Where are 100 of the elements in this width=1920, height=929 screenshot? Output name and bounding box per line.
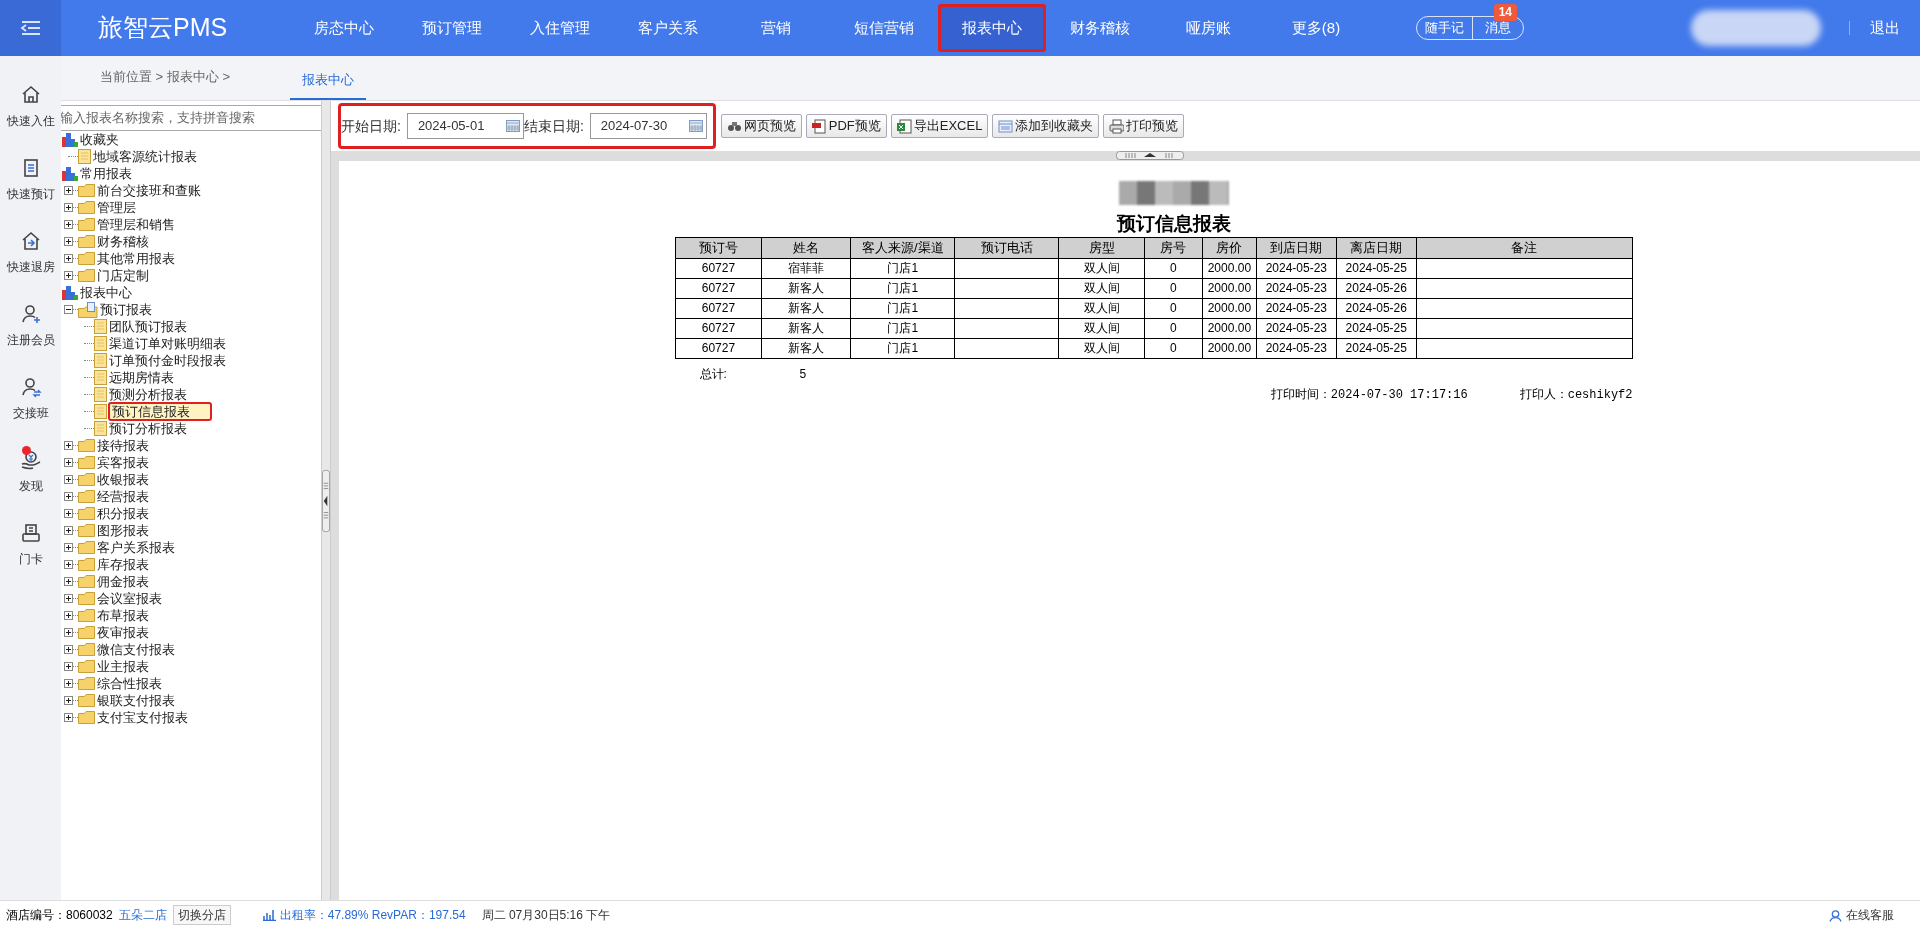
expand-toggle-icon[interactable] [64, 492, 73, 501]
report-page-icon [94, 336, 107, 351]
menu-icon [19, 20, 42, 36]
toolbar-button[interactable]: 导出EXCEL [890, 114, 989, 138]
report-page-icon [94, 353, 107, 368]
quick-action-button[interactable]: 门卡 [18, 522, 43, 568]
nav-tab[interactable]: 营销 [722, 0, 830, 56]
expand-toggle-icon[interactable] [64, 560, 73, 569]
person-swap-icon [19, 376, 42, 398]
expand-toggle-icon[interactable] [64, 237, 73, 246]
collapse-toggle-icon[interactable] [64, 305, 73, 314]
collapse-toolbar-handle-icon[interactable] [1115, 151, 1184, 160]
toolbar-button[interactable]: PDF预览 [805, 114, 887, 138]
pdf-document-icon [811, 118, 827, 134]
table-cell: 新客人 [788, 321, 825, 335]
expand-toggle-icon[interactable] [64, 713, 73, 722]
table-cell: 2024-05-23 [1265, 341, 1328, 355]
nav-tab[interactable]: 报表中心 [938, 4, 1046, 52]
table-cell: 新客人 [788, 281, 825, 295]
expand-toggle-icon[interactable] [64, 220, 73, 229]
quick-action-button[interactable]: 快速入住 [6, 84, 55, 130]
nav-tab[interactable]: 短信营销 [830, 0, 938, 56]
end-date-label: 结束日期: [523, 116, 584, 136]
expand-toggle-icon[interactable] [64, 577, 73, 586]
notes-button[interactable]: 随手记 [1417, 17, 1473, 39]
expand-toggle-icon[interactable] [64, 696, 73, 705]
table-cell: 门店1 [887, 281, 919, 295]
nav-tab[interactable]: 预订管理 [398, 0, 506, 56]
page-tab[interactable]: 报表中心 [290, 62, 366, 100]
print-time: 打印时间：2024-07-30 17:17:16 [1270, 386, 1468, 404]
nav-tab[interactable]: 财务稽核 [1046, 0, 1154, 56]
table-cell: 2024-05-23 [1265, 321, 1328, 335]
hotel-name-link[interactable]: 五朵二店 [118, 906, 167, 924]
table-cell: 2024-05-26 [1345, 281, 1407, 295]
logout-link[interactable]: 退出 [1850, 0, 1920, 56]
expand-toggle-icon[interactable] [64, 458, 73, 467]
online-support-button[interactable]: 在线客服 [1829, 906, 1894, 924]
expand-toggle-icon[interactable] [64, 611, 73, 620]
folder-icon [78, 524, 95, 537]
folder-icon [78, 694, 95, 707]
quick-action-button[interactable]: 快速退房 [6, 230, 55, 276]
card-printer-icon [19, 522, 42, 544]
quick-action-button[interactable]: 发现 [18, 449, 43, 495]
table-cell: 0 [1170, 281, 1177, 295]
expand-toggle-icon[interactable] [64, 594, 73, 603]
expand-toggle-icon[interactable] [64, 271, 73, 280]
nav-tab[interactable]: 客户关系 [614, 0, 722, 56]
expand-toggle-icon[interactable] [64, 441, 73, 450]
end-date-field[interactable]: 2024-07-30 [589, 113, 707, 139]
toolbar-button[interactable]: 打印预览 [1103, 114, 1185, 138]
expand-toggle-icon[interactable] [64, 662, 73, 671]
table-cell: 门店1 [887, 301, 919, 315]
expand-toggle-icon[interactable] [64, 203, 73, 212]
calendar-icon[interactable] [688, 120, 703, 132]
expand-toggle-icon[interactable] [64, 475, 73, 484]
table-cell: 双人间 [1083, 301, 1120, 315]
menu-toggle-button[interactable] [0, 0, 61, 56]
expand-toggle-icon[interactable] [64, 526, 73, 535]
folder-icon [78, 201, 95, 214]
bar-chart-icon [262, 909, 276, 921]
folder-icon [78, 626, 95, 639]
folder-icon [78, 558, 95, 571]
expand-toggle-icon[interactable] [64, 186, 73, 195]
quick-action-button[interactable]: 交接班 [12, 376, 49, 422]
report-link[interactable]: 预订信息报表 [108, 402, 212, 421]
nav-tab[interactable]: 房态中心 [290, 0, 398, 56]
calendar-icon[interactable] [505, 120, 520, 132]
folder-icon [78, 643, 95, 656]
hotel-id: 酒店编号：8060032 [6, 907, 113, 924]
start-date-field[interactable]: 2024-05-01 [406, 113, 524, 139]
folder-icon [78, 575, 95, 588]
folder-icon [78, 439, 95, 452]
nav-tab[interactable]: 更多(8) [1262, 0, 1370, 56]
expand-toggle-icon[interactable] [64, 679, 73, 688]
nav-tab[interactable]: 入住管理 [506, 0, 614, 56]
toolbar-button[interactable]: 网页预览 [720, 114, 802, 138]
report-page-icon [94, 404, 107, 419]
table-cell: 60727 [701, 281, 736, 295]
table-cell: 60727 [701, 321, 736, 335]
nav-tab[interactable]: 哑房账 [1154, 0, 1262, 56]
table-cell: 新客人 [788, 301, 825, 315]
table-cell: 2024-05-23 [1265, 261, 1328, 275]
folder-icon [78, 218, 95, 231]
expand-toggle-icon[interactable] [64, 628, 73, 637]
expand-toggle-icon[interactable] [64, 509, 73, 518]
expand-toggle-icon[interactable] [64, 645, 73, 654]
column-header: 姓名 [761, 237, 851, 258]
switch-branch-button[interactable]: 切换分店 [172, 905, 231, 925]
expand-toggle-icon[interactable] [64, 254, 73, 263]
breadcrumb: 当前位置 > 报表中心 > [100, 67, 232, 86]
quick-action-button[interactable]: 快速预订 [6, 157, 55, 203]
table-cell: 宿菲菲 [788, 261, 825, 275]
toolbar-button[interactable]: 添加到收藏夹 [992, 114, 1100, 138]
table-cell: 双人间 [1083, 281, 1120, 295]
expand-toggle-icon[interactable] [64, 543, 73, 552]
table-cell: 2024-05-25 [1345, 261, 1407, 275]
quick-action-button[interactable]: 注册会员 [6, 303, 55, 349]
table-cell: 0 [1170, 301, 1177, 315]
table-cell: 60727 [701, 301, 736, 315]
folder-icon [78, 609, 95, 622]
